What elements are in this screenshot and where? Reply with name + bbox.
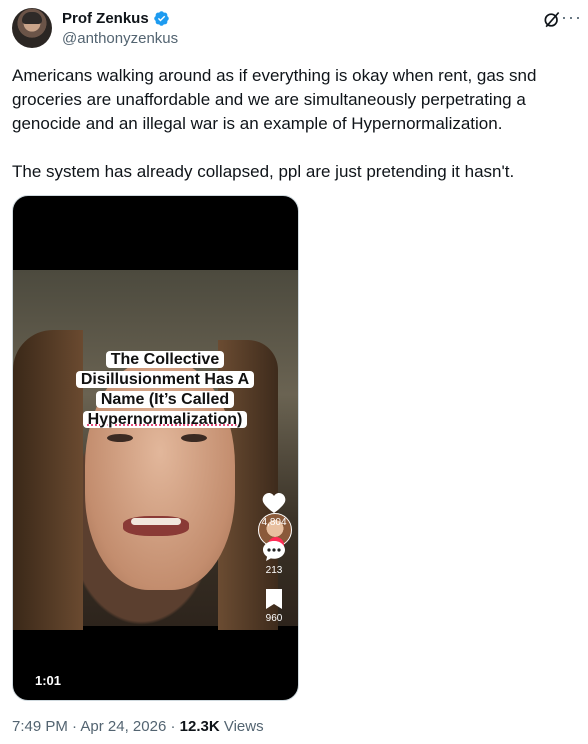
tweet-time[interactable]: 7:49 PM: [12, 718, 68, 735]
like-count: 4,804: [261, 517, 287, 528]
caption-line: Hypernormalization): [82, 411, 248, 428]
save-action[interactable]: 960: [256, 588, 292, 624]
video-duration: 1:01: [35, 673, 62, 688]
comment-count: 213: [265, 565, 283, 576]
tweet-meta: 7:49 PM · Apr 24, 2026 · 12.3K Views: [12, 718, 264, 735]
verified-badge-icon: [153, 11, 169, 26]
tweet-text: Americans walking around as if everythin…: [12, 66, 537, 181]
video-player[interactable]: The Collective Disillusionment Has A Nam…: [12, 195, 299, 701]
tweet-header: Prof Zenkus @anthonyzenkus ···: [12, 6, 581, 50]
video-caption: The Collective Disillusionment Has A Nam…: [65, 350, 265, 430]
caption-line: Name (It’s Called: [95, 391, 235, 408]
bookmark-icon: [266, 589, 282, 609]
caption-line: The Collective: [105, 351, 225, 368]
like-action[interactable]: 4,804: [256, 492, 292, 528]
author-handle[interactable]: @anthonyzenkus: [62, 30, 178, 47]
author-name-row: Prof Zenkus: [62, 10, 170, 27]
heart-icon: [262, 493, 286, 513]
comment-bubble-icon: [263, 541, 285, 561]
author-avatar[interactable]: [12, 8, 52, 48]
views-label: Views: [223, 718, 264, 735]
comment-action[interactable]: 213: [256, 540, 292, 576]
tweet-date[interactable]: Apr 24, 2026: [80, 718, 166, 735]
save-count: 960: [265, 613, 283, 624]
views-count: 12.3K: [179, 718, 220, 735]
caption-line: Disillusionment Has A: [75, 371, 255, 388]
author-name[interactable]: Prof Zenkus: [62, 10, 149, 27]
grok-icon[interactable]: [542, 10, 562, 30]
more-options-icon[interactable]: ···: [561, 8, 582, 26]
